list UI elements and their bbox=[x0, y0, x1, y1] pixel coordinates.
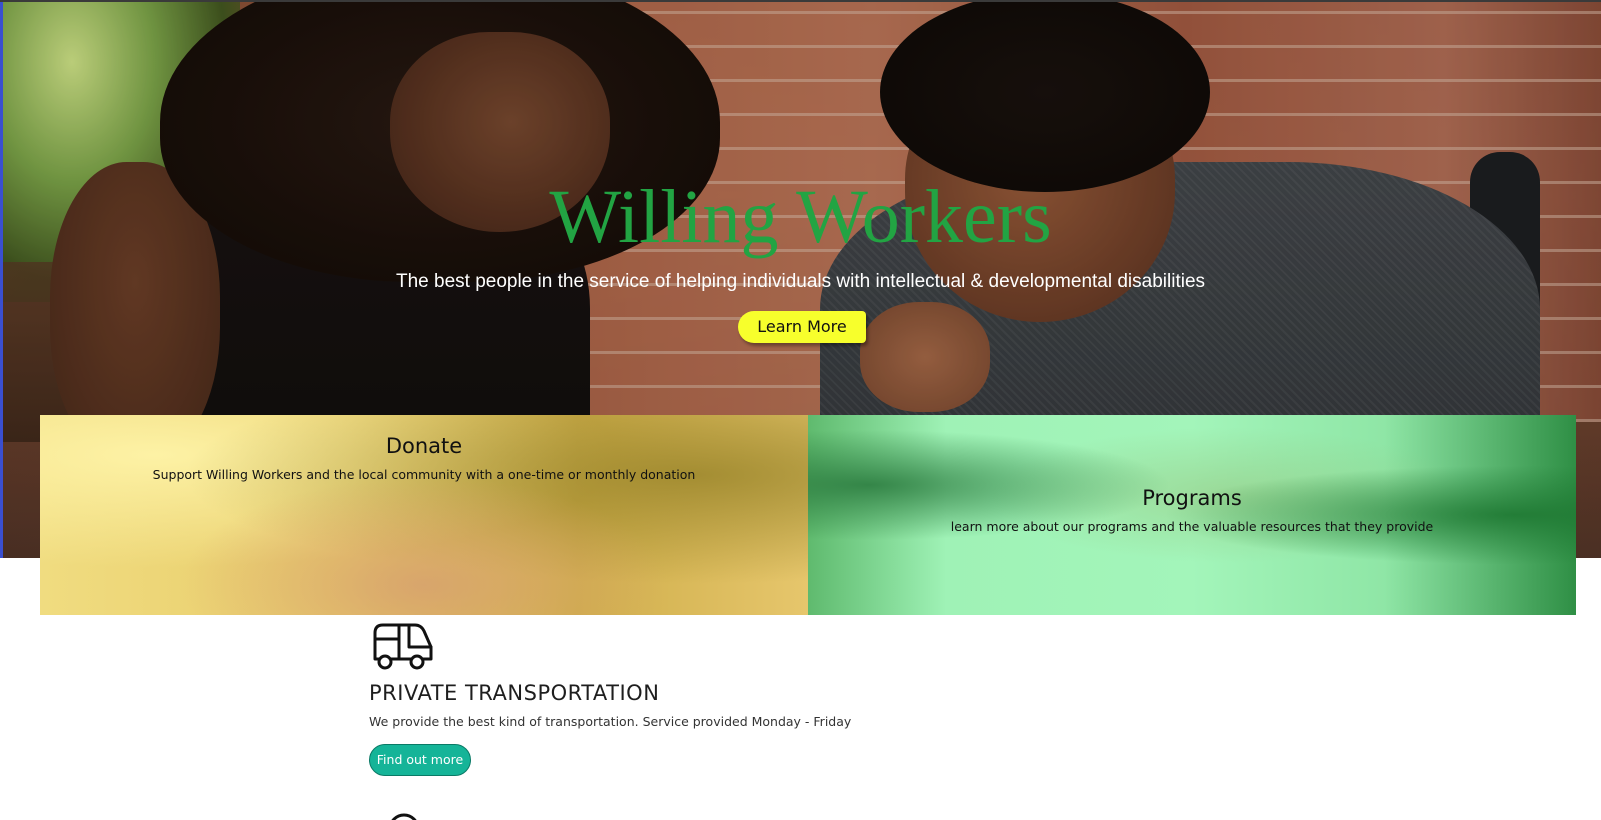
site-title: Willing Workers bbox=[549, 175, 1052, 259]
programs-card[interactable]: Programs learn more about our programs a… bbox=[808, 415, 1576, 615]
donate-card-title: Donate bbox=[385, 434, 463, 458]
bus-icon bbox=[373, 623, 433, 670]
programs-card-title: Programs bbox=[1142, 486, 1242, 510]
donate-card-description: Support Willing Workers and the local co… bbox=[152, 467, 696, 482]
learn-more-button[interactable]: Learn More bbox=[738, 311, 866, 343]
partial-icon bbox=[391, 813, 417, 820]
find-out-more-button[interactable]: Find out more bbox=[369, 744, 471, 776]
hero-subtitle: The best people in the service of helpin… bbox=[395, 271, 1206, 292]
service-title: PRIVATE TRANSPORTATION bbox=[369, 681, 660, 705]
page: Willing Workers The best people in the s… bbox=[0, 0, 1601, 820]
donate-card[interactable]: Donate Support Willing Workers and the l… bbox=[40, 415, 808, 615]
service-description: We provide the best kind of transportati… bbox=[369, 714, 852, 729]
programs-card-description: learn more about our programs and the va… bbox=[950, 519, 1434, 534]
